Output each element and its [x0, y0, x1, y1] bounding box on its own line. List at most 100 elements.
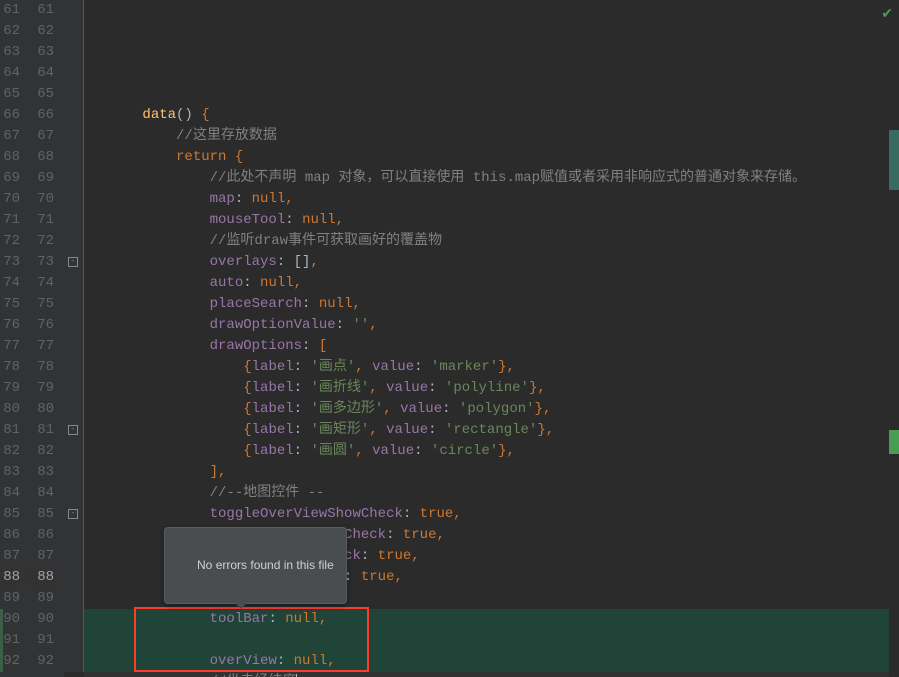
code-line[interactable]: //监听draw事件可获取画好的覆盖物 — [84, 231, 899, 252]
gutter-line: 73 — [28, 252, 54, 273]
fold-toggle-icon[interactable]: - — [68, 509, 78, 519]
gutter-line: 75 — [28, 294, 54, 315]
code-line[interactable]: overlays: [], — [84, 252, 899, 273]
gutter-line: 81 — [0, 420, 20, 441]
gutter-line: 91 — [28, 630, 54, 651]
gutter-line: 67 — [28, 126, 54, 147]
gutter-line: 91 — [0, 630, 20, 651]
gutter-line: 69 — [28, 168, 54, 189]
gutter-line: 72 — [0, 231, 20, 252]
code-line[interactable]: //此处不声明 map 对象，可以直接使用 this.map赋值或者采用非响应式… — [84, 168, 899, 189]
code-line[interactable]: drawOptionValue: '', — [84, 315, 899, 336]
code-line[interactable]: {label: '画矩形', value: 'rectangle'}, — [84, 420, 899, 441]
gutter-line: 84 — [0, 483, 20, 504]
code-line[interactable]: {label: '画折线', value: 'polyline'}, — [84, 378, 899, 399]
gutter-editor-linenum[interactable]: 6162636465666768697071727374757677787980… — [28, 0, 64, 677]
gutter-line: 79 — [0, 378, 20, 399]
fold-toggle-icon[interactable]: - — [68, 257, 78, 267]
code-line[interactable]: overView: null, — [84, 651, 899, 672]
inspection-status-icon[interactable]: ✔ — [881, 6, 893, 23]
gutter-line: 70 — [28, 189, 54, 210]
code-line[interactable]: {label: '画圆', value: 'circle'}, — [84, 441, 899, 462]
gutter-line: 85 — [28, 504, 54, 525]
gutter-line: 66 — [28, 105, 54, 126]
code-line[interactable]: toolBar: null, — [84, 609, 899, 630]
gutter-line: 80 — [0, 399, 20, 420]
gutter-line: 61 — [0, 0, 20, 21]
error-stripe[interactable] — [889, 0, 899, 677]
code-line[interactable]: {label: '画多边形', value: 'polygon'}, — [84, 399, 899, 420]
gutter-line: 84 — [28, 483, 54, 504]
gutter-line: 76 — [28, 315, 54, 336]
check-icon: ✔ — [881, 7, 893, 23]
gutter-line: 64 — [0, 63, 20, 84]
gutter-line: 87 — [28, 546, 54, 567]
code-line[interactable]: data() { — [84, 105, 899, 126]
gutter-line: 76 — [0, 315, 20, 336]
gutter-line: 71 — [28, 210, 54, 231]
code-line[interactable]: auto: null, — [84, 273, 899, 294]
error-stripe-marker[interactable] — [889, 430, 899, 454]
gutter-line: 65 — [28, 84, 54, 105]
code-line[interactable]: placeSearch: null, — [84, 294, 899, 315]
gutter-line: 74 — [0, 273, 20, 294]
gutter-line: 74 — [28, 273, 54, 294]
code-area[interactable]: No errors found in this file data() { //… — [84, 0, 899, 677]
code-line[interactable]: {label: '画点', value: 'marker'}, — [84, 357, 899, 378]
code-line[interactable]: map: null, — [84, 189, 899, 210]
gutter-line: 81 — [28, 420, 54, 441]
error-stripe-marker[interactable] — [889, 130, 899, 190]
gutter-line: 68 — [0, 147, 20, 168]
inspection-tooltip: No errors found in this file — [164, 527, 347, 604]
code-line[interactable]: drawOptions: [ — [84, 336, 899, 357]
gutter-line: 88 — [0, 567, 20, 588]
gutter-line: 92 — [0, 651, 20, 672]
gutter-line: 63 — [0, 42, 20, 63]
code-editor[interactable]: 6162636465666768697071727374757677787980… — [0, 0, 899, 677]
gutter-line: 90 — [0, 609, 20, 630]
code-line[interactable]: //这里存放数据 — [84, 126, 899, 147]
gutter-line: 87 — [0, 546, 20, 567]
gutter-line: 77 — [0, 336, 20, 357]
gutter-line: 61 — [28, 0, 54, 21]
code-line[interactable]: return { — [84, 147, 899, 168]
gutter-line: 78 — [0, 357, 20, 378]
gutter-fold[interactable]: - - - — [64, 0, 84, 672]
gutter-line: 64 — [28, 63, 54, 84]
tooltip-text: No errors found in this file — [197, 558, 334, 572]
gutter-line: 73 — [0, 252, 20, 273]
gutter-line: 82 — [0, 441, 20, 462]
gutter-line: 77 — [28, 336, 54, 357]
gutter-line: 89 — [0, 588, 20, 609]
gutter-line: 89 — [28, 588, 54, 609]
gutter-line: 92 — [28, 651, 54, 672]
gutter-line: 80 — [28, 399, 54, 420]
gutter-line: 67 — [0, 126, 20, 147]
gutter-line: 65 — [0, 84, 20, 105]
gutter-line: 71 — [0, 210, 20, 231]
code-line[interactable]: mouseTool: null, — [84, 210, 899, 231]
gutter-line: 86 — [0, 525, 20, 546]
code-line[interactable]: toggleOverViewShowCheck: true, — [84, 504, 899, 525]
gutter-file-linenum: 6162636465666768697071727374757677787980… — [0, 0, 28, 677]
gutter-line: 82 — [28, 441, 54, 462]
gutter-line: 72 — [28, 231, 54, 252]
gutter-line: 68 — [28, 147, 54, 168]
gutter-line: 83 — [0, 462, 20, 483]
gutter-line: 69 — [0, 168, 20, 189]
gutter-line: 75 — [0, 294, 20, 315]
code-line[interactable]: ], — [84, 462, 899, 483]
gutter-line: 62 — [0, 21, 20, 42]
code-line[interactable] — [84, 630, 899, 651]
gutter-line: 90 — [28, 609, 54, 630]
gutter-line: 70 — [0, 189, 20, 210]
gutter-line: 85 — [0, 504, 20, 525]
gutter-line: 88 — [28, 567, 54, 588]
gutter-line: 66 — [0, 105, 20, 126]
code-line[interactable]: //坐击经纬度 — [84, 672, 899, 677]
gutter-line: 62 — [28, 21, 54, 42]
fold-toggle-icon[interactable]: - — [68, 425, 78, 435]
gutter-line: 78 — [28, 357, 54, 378]
code-line[interactable]: //--地图控件 -- — [84, 483, 899, 504]
gutter-line: 83 — [28, 462, 54, 483]
